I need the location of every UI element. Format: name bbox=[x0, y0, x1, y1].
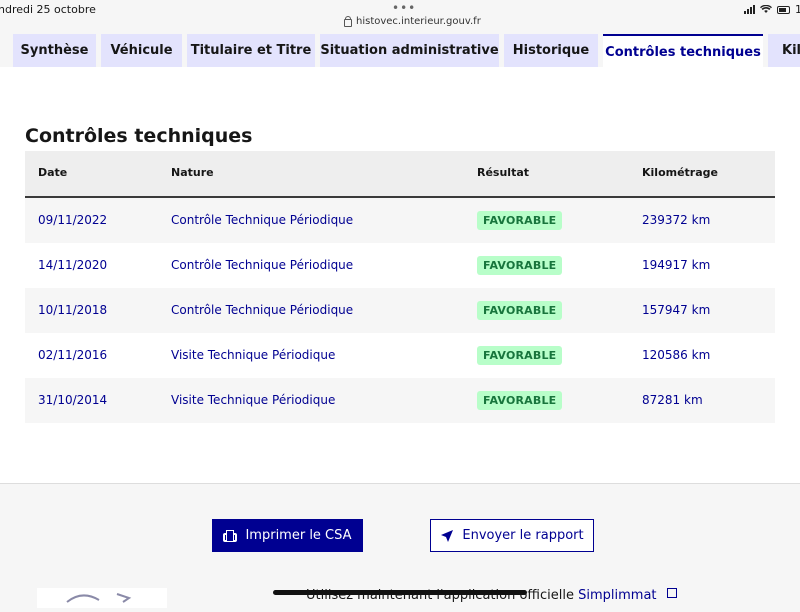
lock-icon bbox=[344, 15, 352, 27]
column-header-date: Date bbox=[38, 166, 68, 179]
section-title: Contrôles techniques bbox=[25, 125, 253, 147]
send-report-label: Envoyer le rapport bbox=[462, 528, 584, 543]
result-badge: FAVORABLE bbox=[477, 391, 563, 410]
wifi-icon bbox=[760, 5, 772, 13]
row-date: 10/11/2018 bbox=[38, 303, 108, 317]
controles-techniques-panel: Contrôles techniques Date Nature Résulta… bbox=[0, 67, 800, 484]
row-nature: Contrôle Technique Périodique bbox=[171, 303, 354, 317]
status-bar: ndredi 25 octobre ••• histovec.interieur… bbox=[0, 0, 800, 34]
result-badge: FAVORABLE bbox=[477, 211, 563, 230]
row-nature: Contrôle Technique Périodique bbox=[171, 258, 354, 272]
row-km: 239372 km bbox=[642, 213, 711, 227]
result-badge: FAVORABLE bbox=[477, 301, 563, 320]
printer-icon bbox=[223, 529, 238, 542]
table-row: 10/11/2018 Contrôle Technique Périodique… bbox=[25, 288, 775, 333]
row-date: 09/11/2022 bbox=[38, 213, 108, 227]
tab-bar: Synthèse Véhicule Titulaire et Titre Sit… bbox=[0, 34, 800, 68]
table-header: Date Nature Résultat Kilométrage bbox=[25, 151, 775, 198]
home-indicator[interactable] bbox=[273, 590, 527, 595]
print-csa-label: Imprimer le CSA bbox=[245, 528, 352, 543]
print-csa-button[interactable]: Imprimer le CSA bbox=[212, 519, 363, 552]
send-arrow-icon bbox=[441, 529, 454, 542]
result-badge: FAVORABLE bbox=[477, 256, 563, 275]
column-header-result: Résultat bbox=[477, 166, 530, 179]
footer-logo bbox=[37, 588, 167, 608]
more-dots-icon[interactable]: ••• bbox=[392, 1, 416, 15]
address-bar[interactable]: histovec.interieur.gouv.fr bbox=[344, 15, 481, 27]
table-row: 14/11/2020 Contrôle Technique Périodique… bbox=[25, 243, 775, 288]
row-nature: Visite Technique Périodique bbox=[171, 348, 336, 362]
battery-icon bbox=[777, 5, 790, 14]
simplimmat-link[interactable]: Simplimmat bbox=[578, 588, 656, 603]
tab-situation-administrative[interactable]: Situation administrative bbox=[320, 34, 499, 67]
row-km: 194917 km bbox=[642, 258, 711, 272]
row-date: 31/10/2014 bbox=[38, 393, 108, 407]
url-text: histovec.interieur.gouv.fr bbox=[356, 16, 481, 27]
row-date: 14/11/2020 bbox=[38, 258, 108, 272]
status-indicators: 10 bbox=[744, 3, 800, 16]
tab-controles-techniques[interactable]: Contrôles techniques bbox=[603, 34, 763, 68]
table-row: 02/11/2016 Visite Technique Périodique F… bbox=[25, 333, 775, 378]
table-row: 31/10/2014 Visite Technique Périodique F… bbox=[25, 378, 775, 423]
tab-vehicule[interactable]: Véhicule bbox=[101, 34, 182, 67]
table-row: 09/11/2022 Contrôle Technique Périodique… bbox=[25, 198, 775, 243]
tab-historique[interactable]: Historique bbox=[504, 34, 598, 67]
status-date: ndredi 25 octobre bbox=[0, 3, 96, 16]
cellular-signal-icon bbox=[744, 5, 755, 14]
send-report-button[interactable]: Envoyer le rapport bbox=[430, 519, 594, 552]
row-km: 157947 km bbox=[642, 303, 711, 317]
column-header-km: Kilométrage bbox=[642, 166, 718, 179]
logo-icon bbox=[66, 593, 132, 603]
row-nature: Visite Technique Périodique bbox=[171, 393, 336, 407]
tab-synthese[interactable]: Synthèse bbox=[13, 34, 96, 67]
tab-kilometrage[interactable]: Kilo bbox=[768, 34, 800, 67]
status-time: 10 bbox=[795, 3, 800, 16]
tab-titulaire-et-titre[interactable]: Titulaire et Titre bbox=[187, 34, 315, 67]
row-km: 120586 km bbox=[642, 348, 711, 362]
controles-table: Date Nature Résultat Kilométrage 09/11/2… bbox=[25, 151, 775, 423]
row-nature: Contrôle Technique Périodique bbox=[171, 213, 354, 227]
column-header-nature: Nature bbox=[171, 166, 214, 179]
result-badge: FAVORABLE bbox=[477, 346, 563, 365]
row-km: 87281 km bbox=[642, 393, 703, 407]
external-link-icon bbox=[666, 588, 677, 598]
row-date: 02/11/2016 bbox=[38, 348, 108, 362]
